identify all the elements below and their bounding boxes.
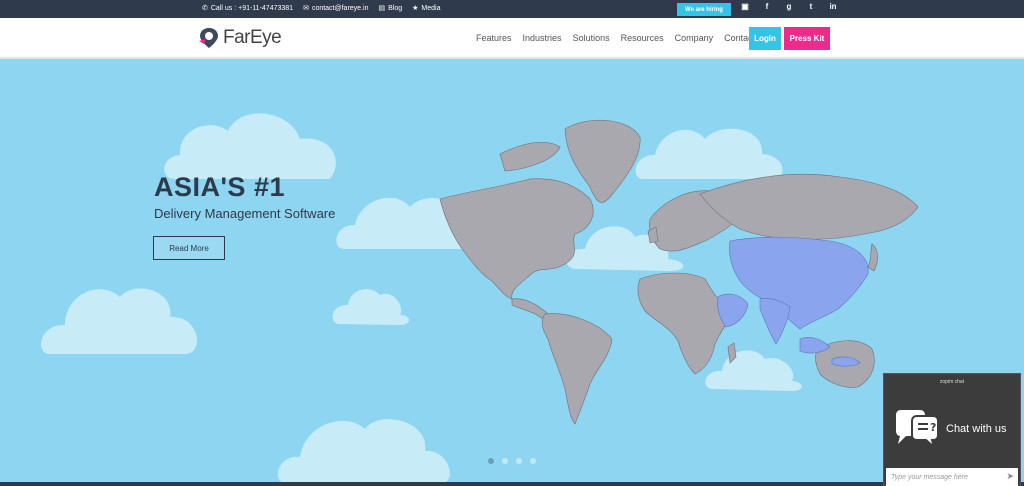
blog-text: Blog [388,4,403,12]
hero-slider: ASIA'S #1 Delivery Management Software R… [0,59,1024,482]
hero-background [41,113,919,482]
send-icon[interactable]: ➤ [1006,471,1014,482]
nav-item-company[interactable]: Company [675,33,714,43]
main-navbar: FarEye Features Industries Solutions Res… [0,18,1024,59]
login-button[interactable]: Login [749,27,781,50]
star-icon: ★ [412,5,419,12]
blog-link[interactable]: ▤ Blog [378,4,403,13]
slider-dot-1[interactable] [488,458,494,464]
chat-label: Chat with us [946,422,1007,435]
nav-item-solutions[interactable]: Solutions [573,33,610,43]
twitter-icon[interactable]: t [806,2,816,11]
logo-pin-icon [199,28,218,48]
social-links: ▣ f g t in [740,2,838,11]
blog-icon: ▤ [378,5,386,12]
chat-widget[interactable]: zopim chat ? Chat with us Type your mess… [883,373,1021,486]
hiring-button[interactable]: We are hiring [677,3,731,16]
email-text: contact@fareye.in [311,4,369,12]
phone-text: Call us : +91-11-47473381 [210,4,294,12]
nav-item-resources[interactable]: Resources [621,33,664,43]
bottom-bar [0,482,1024,486]
read-more-button[interactable]: Read More [153,236,225,260]
top-bar: ✆ Call us : +91-11-47473381 ✉ contact@fa… [0,0,1024,18]
facebook-icon[interactable]: f [762,2,772,11]
slider-dot-2[interactable] [502,458,508,464]
contact-info: ✆ Call us : +91-11-47473381 ✉ contact@fa… [202,4,441,13]
slider-dots [488,458,536,464]
hero-title: ASIA'S #1 [154,172,285,202]
nav-item-features[interactable]: Features [476,33,512,43]
svg-text:?: ? [930,421,936,434]
chat-placeholder: Type your message here [891,473,968,481]
linkedin-icon[interactable]: in [828,2,838,11]
phone-link[interactable]: ✆ Call us : +91-11-47473381 [202,4,294,13]
slider-dot-4[interactable] [530,458,536,464]
chat-brand: zopim chat [939,379,965,385]
email-link[interactable]: ✉ contact@fareye.in [303,4,369,13]
hero-subtitle: Delivery Management Software [154,206,336,221]
nav-item-industries[interactable]: Industries [523,33,562,43]
press-kit-button[interactable]: Press Kit [784,27,830,50]
media-text: Media [421,4,441,12]
slider-dot-3[interactable] [516,458,522,464]
media-link[interactable]: ★ Media [412,4,441,13]
foursquare-icon[interactable]: ▣ [740,2,750,11]
fareye-logo[interactable]: FarEye [197,27,282,49]
logo-text: FarEye [223,27,282,48]
chat-bubble-icon: ? [896,409,939,450]
chat-open-button[interactable]: ? Chat with us [884,389,1020,468]
phone-icon: ✆ [202,5,208,12]
chat-message-input[interactable]: Type your message here ➤ [886,468,1018,486]
google-plus-icon[interactable]: g [784,2,794,11]
nav-menu: Features Industries Solutions Resources … [476,33,755,43]
envelope-icon: ✉ [303,5,309,12]
